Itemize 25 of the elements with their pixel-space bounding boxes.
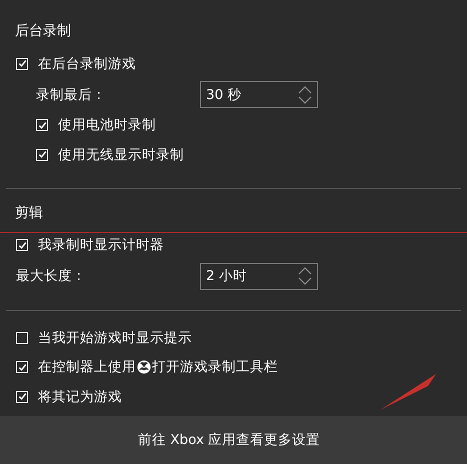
checkbox-label: 当我开始游戏时显示提示 <box>38 328 192 347</box>
xbox-settings-link[interactable]: 前往 Xbox 应用查看更多设置 <box>138 431 320 449</box>
checkbox-label: 打开游戏录制工具栏 <box>152 358 278 376</box>
annotation-arrow <box>378 372 438 412</box>
section-heading: 后台录制 <box>14 22 72 41</box>
number-spinner[interactable]: 30 秒 <box>200 81 318 108</box>
checkbox-label: 使用电池时录制 <box>58 116 156 134</box>
checkbox[interactable] <box>16 361 28 374</box>
checkbox[interactable] <box>16 390 28 403</box>
checkbox-label: 将其记为游戏 <box>38 388 122 406</box>
checkbox[interactable] <box>16 332 28 344</box>
checkbox[interactable] <box>16 58 28 70</box>
checkbox[interactable] <box>36 148 48 161</box>
checkbox[interactable] <box>16 239 28 252</box>
section-heading: 剪辑 <box>14 204 44 222</box>
field-label: 录制最后： <box>36 86 106 104</box>
field-label: 最大长度： <box>16 267 86 285</box>
up-down-arrows-icon[interactable] <box>298 84 312 104</box>
number-spinner[interactable]: 2 小时 <box>200 262 318 290</box>
checkbox-label: 在后台录制游戏 <box>38 54 136 73</box>
checkbox-label: 我录制时显示计时器 <box>38 236 164 254</box>
checkbox[interactable] <box>36 119 48 132</box>
checkbox-label: 在控制器上使用 <box>38 358 136 376</box>
checkbox-label: 使用无线显示时录制 <box>58 146 184 164</box>
up-down-arrows-icon[interactable] <box>298 266 312 286</box>
